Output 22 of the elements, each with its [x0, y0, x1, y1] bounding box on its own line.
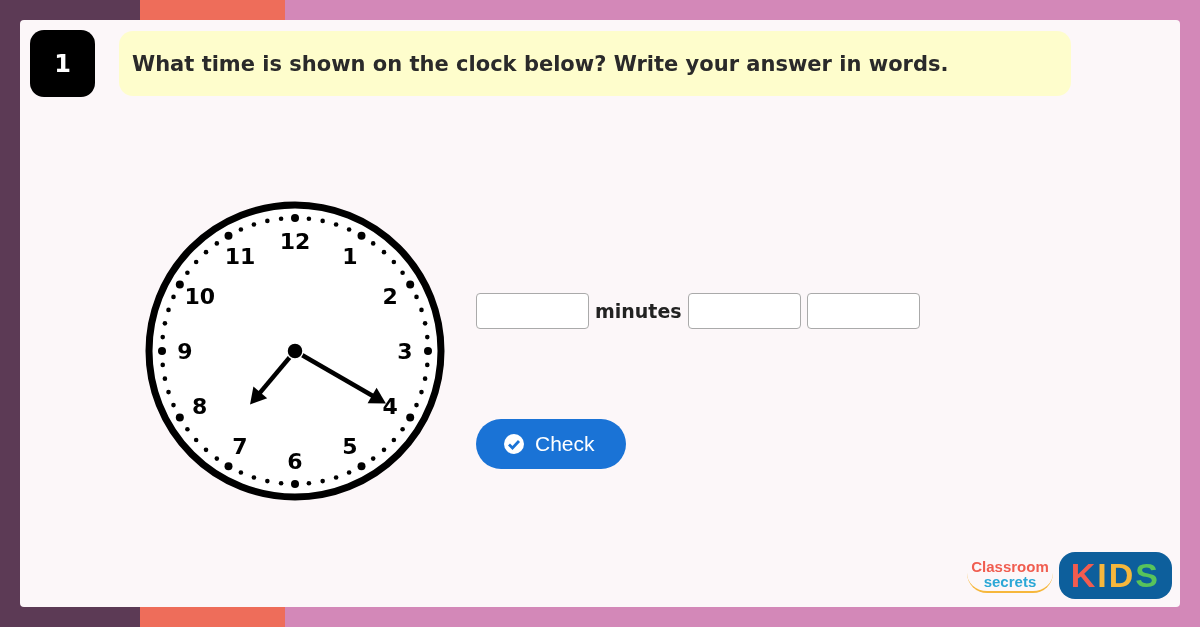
kids-logo: KIDS: [1058, 552, 1172, 599]
question-text: What time is shown on the clock below? Write your answer in words.: [119, 31, 1071, 96]
clock-numeral: 5: [342, 434, 358, 460]
clock-numeral: 8: [192, 394, 208, 419]
clock-numeral: 12: [279, 229, 311, 254]
answer-field[interactable]: [687, 293, 801, 329]
question-number: 1: [30, 30, 95, 97]
check-icon: [503, 433, 525, 455]
answer-field[interactable]: [806, 293, 920, 329]
logo-wordmark: Classroom secrets: [967, 558, 1053, 593]
clock-numeral: 4: [382, 394, 398, 419]
field-label: minutes: [595, 300, 682, 322]
clock-numeral: 3: [397, 339, 413, 364]
clock-numeral: 9: [177, 339, 193, 364]
clock-numeral: 1: [342, 243, 358, 269]
answer-field[interactable]: [476, 293, 589, 329]
clock-numeral: 11: [224, 243, 256, 269]
clock-numeral: 10: [184, 284, 216, 309]
clock-numeral: 7: [232, 434, 248, 460]
check-button[interactable]: Check: [476, 419, 626, 469]
clock-numeral: 2: [382, 284, 398, 309]
clock-numeral: 6: [287, 449, 303, 474]
